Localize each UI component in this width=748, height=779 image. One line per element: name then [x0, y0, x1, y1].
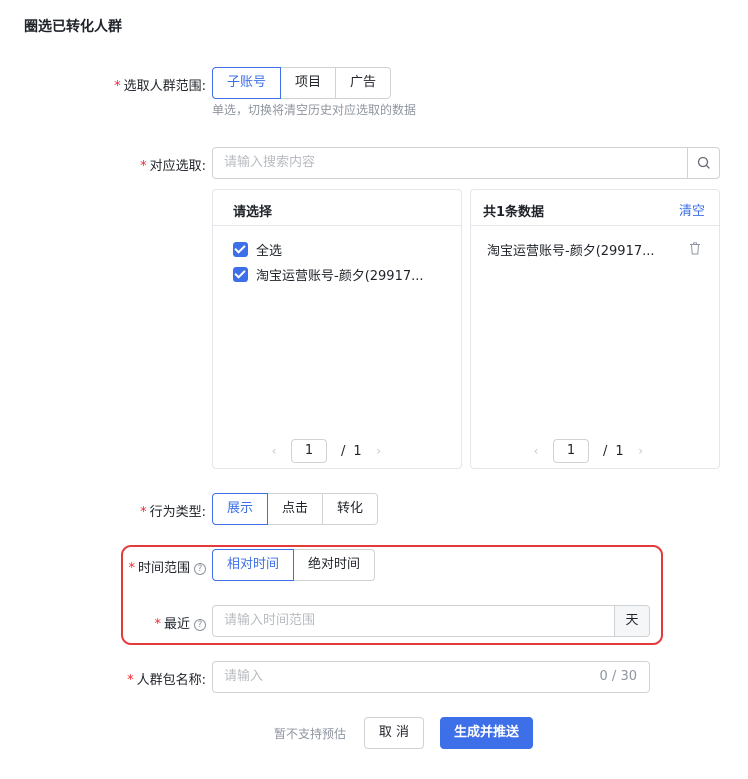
time-option-relative[interactable]: 相对时间 — [212, 549, 295, 581]
scope-option-sub-account[interactable]: 子账号 — [212, 67, 282, 99]
recent-label: * 最近? — [154, 613, 206, 632]
next-page-icon[interactable]: › — [632, 444, 650, 458]
cancel-button[interactable]: 取 消 — [364, 717, 424, 749]
time-range-segmented: 相对时间 绝对时间 — [212, 549, 376, 581]
package-name-label: * 人群包名称: — [127, 673, 206, 688]
search-button[interactable] — [687, 148, 719, 178]
options-pager: ‹ 1 / 1 › — [265, 439, 388, 463]
dialog-title: 圈选已转化人群 — [24, 19, 122, 35]
behavior-option-conversion[interactable]: 转化 — [323, 493, 379, 525]
next-page-icon[interactable]: › — [370, 444, 388, 458]
page-input[interactable]: 1 — [291, 439, 327, 463]
trash-icon[interactable] — [689, 242, 701, 255]
option-item-checkbox[interactable]: 淘宝运营账号-颜夕(29917... — [233, 265, 424, 284]
unit-suffix: 天 — [614, 606, 649, 636]
search-icon — [697, 156, 710, 169]
required-mark: * — [154, 617, 161, 632]
selected-item-label: 淘宝运营账号-颜夕(29917... — [487, 244, 655, 259]
scope-label: * 选取人群范围: — [114, 79, 206, 94]
scope-option-ad[interactable]: 广告 — [336, 67, 392, 99]
behavior-option-click[interactable]: 点击 — [268, 493, 324, 525]
estimate-note: 暂不支持预估 — [274, 727, 347, 741]
behavior-option-impression[interactable]: 展示 — [212, 493, 269, 525]
options-panel-header: 请选择 — [213, 190, 461, 226]
required-mark: * — [127, 673, 134, 688]
scope-segmented: 子账号 项目 广告 — [212, 67, 392, 99]
prev-page-icon[interactable]: ‹ — [527, 444, 545, 458]
scope-option-project[interactable]: 项目 — [281, 67, 337, 99]
search-input[interactable]: 请输入搜索内容 — [212, 147, 720, 179]
scope-hint: 单选，切换将清空历史对应选取的数据 — [212, 103, 417, 117]
page-total: 1 — [353, 443, 362, 459]
checkbox-checked-icon — [233, 242, 248, 257]
prev-page-icon[interactable]: ‹ — [265, 444, 283, 458]
page-input[interactable]: 1 — [553, 439, 589, 463]
required-mark: * — [114, 79, 121, 94]
package-name-input[interactable]: 请输入 0 / 30 — [212, 661, 650, 693]
generate-push-button[interactable]: 生成并推送 — [440, 717, 533, 749]
behavior-segmented: 展示 点击 转化 — [212, 493, 379, 525]
required-mark: * — [140, 505, 147, 520]
time-option-absolute[interactable]: 绝对时间 — [294, 549, 376, 581]
char-count: 0 / 30 — [599, 669, 637, 684]
time-range-input[interactable]: 请输入时间范围 天 — [212, 605, 650, 637]
page-total: 1 — [615, 443, 624, 459]
match-label: * 对应选取: — [140, 159, 206, 174]
clear-link[interactable]: 清空 — [679, 200, 705, 219]
checkbox-checked-icon — [233, 267, 248, 282]
behavior-label: * 行为类型: — [140, 505, 206, 520]
selected-panel: 共1条数据 清空 淘宝运营账号-颜夕(29917... ‹ 1 / 1 › — [470, 189, 720, 469]
select-all-checkbox[interactable]: 全选 — [233, 240, 282, 259]
options-panel: 请选择 全选 淘宝运营账号-颜夕(29917... ‹ 1 / 1 › — [212, 189, 462, 469]
required-mark: * — [140, 159, 147, 174]
help-icon[interactable]: ? — [194, 563, 206, 575]
help-icon[interactable]: ? — [194, 619, 206, 631]
time-range-label: * 时间范围? — [128, 557, 206, 576]
selected-panel-header: 共1条数据 清空 — [471, 190, 719, 226]
required-mark: * — [128, 561, 135, 576]
selected-pager: ‹ 1 / 1 › — [527, 439, 650, 463]
